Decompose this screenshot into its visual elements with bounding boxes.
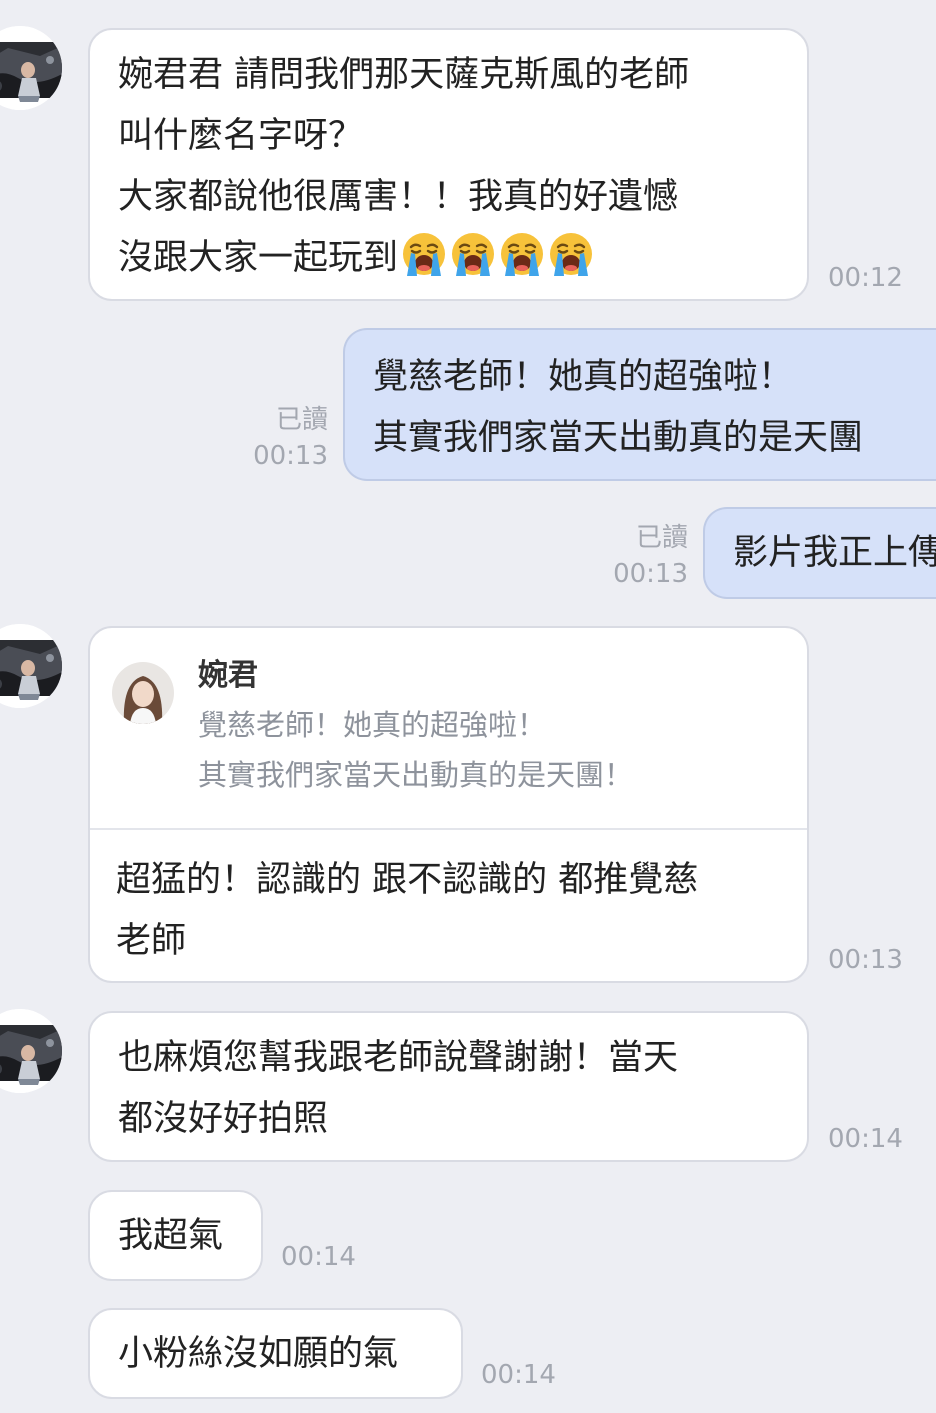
message-line: 叫什麼名字呀？ — [118, 116, 364, 156]
message-line: 沒跟大家一起玩到 — [118, 238, 399, 278]
message-time: 00:12 — [828, 263, 903, 293]
reply-text: 超猛的！認識的 跟不認識的 都推覺慈 老師 — [116, 850, 698, 972]
message-line: 大家都說他很厲害！！我真的好遺憾 — [118, 177, 679, 217]
quoted-line: 覺慈老師！她真的超強啦！ — [198, 708, 547, 742]
read-receipt: 已讀 — [635, 523, 688, 553]
message-bubble-7[interactable]: 小粉絲沒如願的氣 — [88, 1308, 463, 1399]
message-line: 其實我們家當天出動真的是天團 — [373, 418, 864, 458]
message-bubble-3[interactable]: 影片我正上傳 — [703, 507, 936, 599]
message-line: 超猛的！認識的 跟不認識的 都推覺慈 — [116, 860, 699, 900]
quoted-sender-avatar-image — [112, 662, 174, 724]
message-text: 小粉絲沒如願的氣 — [118, 1334, 399, 1374]
quoted-sender-name: 婉君 — [198, 658, 258, 693]
emoji-group — [400, 230, 596, 298]
reply-message-bubble[interactable]: 婉君 覺慈老師！她真的超強啦！ 其實我們家當天出動真的是天團！ 超猛的！認識的 … — [88, 626, 809, 983]
message-bubble-6[interactable]: 我超氣 — [88, 1190, 263, 1281]
message-line: 也麻煩您幫我跟老師說聲謝謝！當天 — [118, 1038, 679, 1078]
message-time: 00:14 — [828, 1124, 903, 1154]
message-text: 我超氣 — [118, 1216, 224, 1256]
sender-avatar-image — [0, 26, 62, 110]
sender-avatar-image — [0, 624, 62, 708]
message-time: 00:13 — [253, 441, 328, 471]
read-receipt: 已讀 — [275, 405, 328, 435]
quoted-line: 其實我們家當天出動真的是天團！ — [198, 758, 634, 792]
loudly-crying-face-icon — [400, 230, 448, 278]
message-line: 都沒好好拍照 — [118, 1099, 329, 1139]
sender-avatar[interactable] — [0, 624, 62, 708]
message-meta: 已讀 00:13 — [596, 520, 688, 592]
message-time: 00:13 — [828, 945, 903, 975]
message-time: 00:13 — [613, 559, 688, 589]
quoted-text: 覺慈老師！她真的超強啦！ 其實我們家當天出動真的是天團！ — [198, 700, 633, 800]
loudly-crying-face-icon — [547, 230, 595, 278]
message-time: 00:14 — [481, 1360, 556, 1390]
message-line-with-emoji: 沒跟大家一起玩到 — [118, 228, 807, 298]
quoted-sender-avatar — [112, 662, 174, 724]
message-line: 覺慈老師！她真的超強啦！ — [373, 357, 794, 397]
loudly-crying-face-icon — [498, 230, 546, 278]
message-time: 00:14 — [281, 1242, 356, 1272]
message-bubble-5[interactable]: 也麻煩您幫我跟老師說聲謝謝！當天 都沒好好拍照 — [88, 1011, 809, 1162]
sender-avatar[interactable] — [0, 1009, 62, 1093]
sender-avatar-image — [0, 1009, 62, 1093]
message-text: 影片我正上傳 — [733, 533, 936, 573]
message-meta: 已讀 00:13 — [236, 402, 328, 474]
message-bubble-1[interactable]: 婉君君 請問我們那天薩克斯風的老師 叫什麼名字呀？ 大家都說他很厲害！！我真的好… — [88, 28, 809, 301]
message-bubble-2[interactable]: 覺慈老師！她真的超強啦！ 其實我們家當天出動真的是天團 — [343, 328, 936, 481]
loudly-crying-face-icon — [449, 230, 497, 278]
sender-avatar[interactable] — [0, 26, 62, 110]
quoted-message[interactable]: 婉君 覺慈老師！她真的超強啦！ 其實我們家當天出動真的是天團！ — [90, 628, 807, 830]
message-line: 老師 — [116, 921, 187, 961]
message-line: 婉君君 請問我們那天薩克斯風的老師 — [118, 55, 690, 95]
